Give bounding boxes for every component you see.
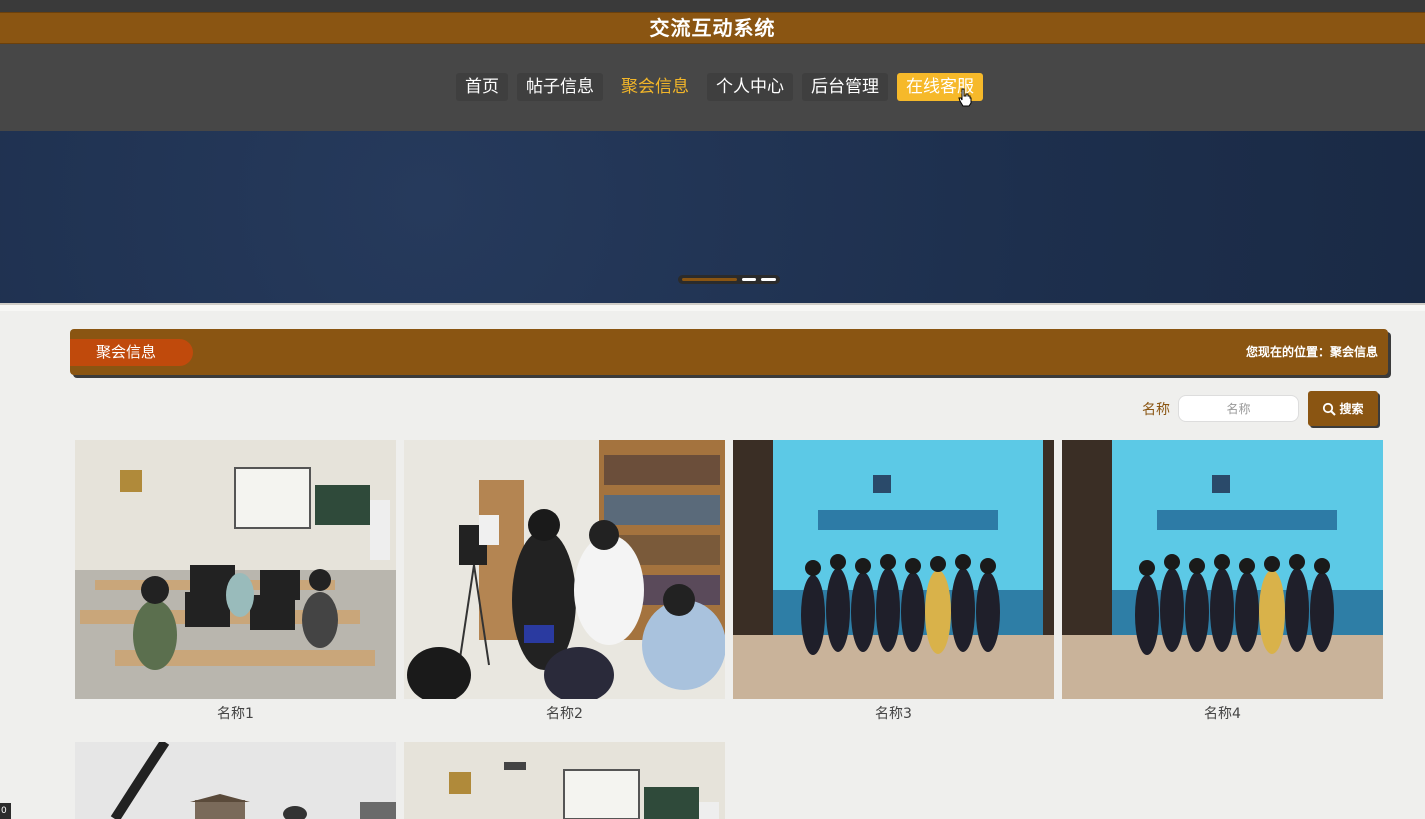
gathering-card[interactable]: 名称3 (733, 440, 1054, 722)
search-label: 名称 (1142, 401, 1170, 418)
banner-dot-3[interactable] (761, 278, 777, 281)
gathering-caption[interactable]: 名称3 (733, 706, 1054, 722)
banner-pagination (678, 275, 780, 284)
hand-cursor-icon (958, 88, 972, 107)
search-button[interactable]: 搜索 (1308, 391, 1378, 426)
gathering-photo[interactable] (75, 440, 396, 699)
search-input[interactable] (1178, 395, 1299, 422)
section-title: 聚会信息 (70, 339, 193, 366)
corner-badge: 0 (0, 803, 11, 819)
gathering-card[interactable]: 名称1 (75, 440, 396, 722)
gathering-photo[interactable] (75, 742, 396, 819)
banner-divider (0, 303, 1425, 311)
gathering-caption[interactable]: 名称1 (75, 706, 396, 722)
nav-admin[interactable]: 后台管理 (802, 73, 888, 101)
gathering-card[interactable]: 名称2 (404, 440, 725, 722)
search-button-label: 搜索 (1339, 402, 1364, 416)
banner-dot-1[interactable] (682, 278, 737, 281)
main-nav: 首页 帖子信息 聚会信息 个人中心 后台管理 在线客服 (456, 73, 992, 101)
site-title: 交流互动系统 (649, 16, 776, 40)
nav-personal-center[interactable]: 个人中心 (707, 73, 793, 101)
nav-home[interactable]: 首页 (456, 73, 508, 101)
gathering-photo[interactable] (1062, 440, 1383, 699)
gathering-card[interactable] (75, 742, 396, 819)
banner-dot-2[interactable] (741, 278, 757, 281)
search-icon (1323, 402, 1337, 416)
search-bar: 名称 搜索 (1142, 391, 1378, 426)
gathering-photo[interactable] (733, 440, 1054, 699)
gathering-photo[interactable] (404, 440, 725, 699)
gathering-card[interactable]: 名称4 (1062, 440, 1383, 722)
main-nav-bar: 首页 帖子信息 聚会信息 个人中心 后台管理 在线客服 (0, 44, 1425, 131)
breadcrumb: 您现在的位置：聚会信息 (1245, 345, 1378, 359)
gathering-card[interactable] (404, 742, 725, 819)
nav-posts[interactable]: 帖子信息 (517, 73, 603, 101)
gathering-photo[interactable] (404, 742, 725, 819)
site-title-bar: 交流互动系统 (0, 12, 1425, 44)
top-strip (0, 0, 1425, 12)
gathering-caption[interactable]: 名称2 (404, 706, 725, 722)
gathering-caption[interactable]: 名称4 (1062, 706, 1383, 722)
nav-gatherings[interactable]: 聚会信息 (612, 73, 698, 101)
section-header: 聚会信息 您现在的位置：聚会信息 (70, 329, 1388, 375)
